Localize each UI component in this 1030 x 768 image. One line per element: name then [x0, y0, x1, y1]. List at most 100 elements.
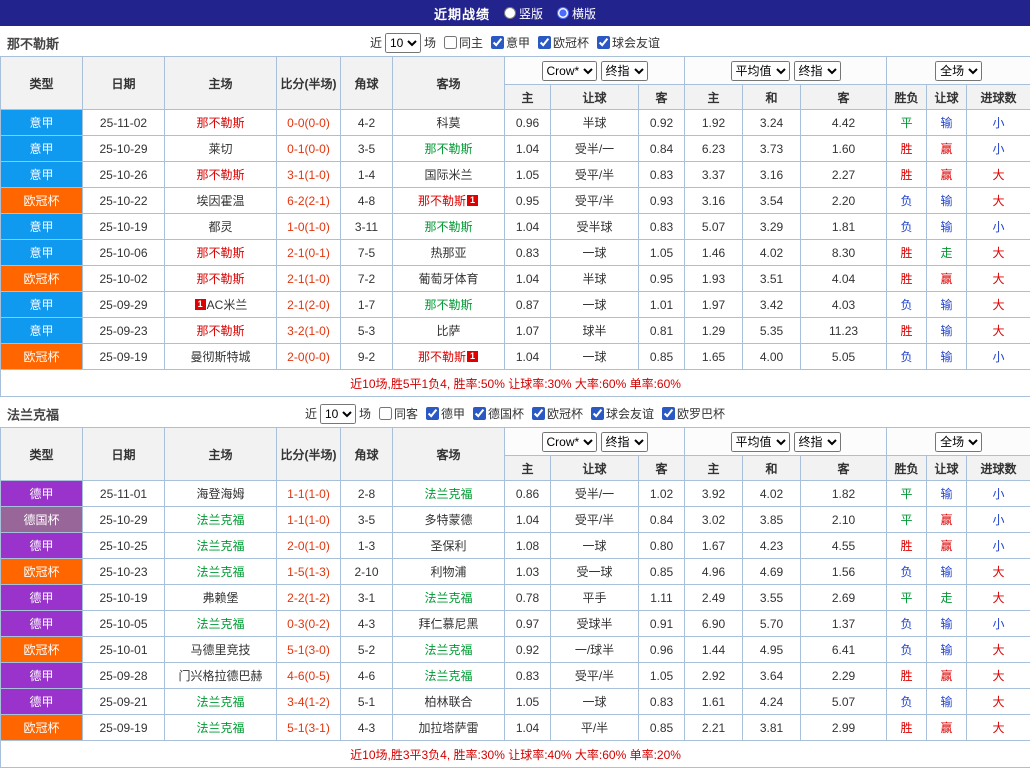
team-link[interactable]: 热那亚 [430, 246, 466, 260]
scope-select[interactable]: 全场 [935, 61, 982, 81]
competition-filter[interactable]: 欧罗巴杯 [662, 405, 725, 422]
team-link[interactable]: 法兰克福 [196, 565, 244, 579]
team-link[interactable]: 法兰克福 [196, 513, 244, 527]
team-link[interactable]: 法兰克福 [196, 695, 244, 709]
odds-stage-select[interactable]: 终指 [601, 432, 648, 452]
horizontal-layout-radio[interactable] [557, 7, 569, 19]
team-link[interactable]: 多特蒙德 [424, 513, 472, 527]
sub-header-result: 胜负 [887, 85, 927, 110]
competition-filter-checkbox[interactable] [591, 407, 604, 420]
match-row: 欧冠杯25-09-19曼彻斯特城2-0(0-0)9-2那不勒斯11.04一球0.… [1, 344, 1030, 370]
competition-filter-checkbox[interactable] [597, 36, 610, 49]
team-link[interactable]: 那不勒斯 [424, 220, 472, 234]
vertical-layout-radio[interactable] [504, 7, 516, 19]
competition-filter-checkbox[interactable] [444, 36, 457, 49]
competition-filter[interactable]: 同主 [444, 34, 483, 51]
page-title: 近期战绩 [434, 4, 490, 23]
competition-filter[interactable]: 球会友谊 [591, 405, 654, 422]
away-team-cell: 拜仁慕尼黑 [393, 611, 505, 637]
match-count-select[interactable]: 10 [385, 33, 421, 53]
competition-filter-label: 同主 [459, 34, 483, 51]
match-row: 德甲25-09-28门兴格拉德巴赫4-6(0-5)4-6法兰克福0.83受平/半… [1, 663, 1030, 689]
team-link[interactable]: 都灵 [208, 220, 232, 234]
euro-stage-select[interactable]: 终指 [794, 432, 841, 452]
team-link[interactable]: 利物浦 [430, 565, 466, 579]
team-link[interactable]: 葡萄牙体育 [418, 272, 478, 286]
team-link[interactable]: 弗赖堡 [202, 591, 238, 605]
team-link[interactable]: 门兴格拉德巴赫 [178, 669, 262, 683]
team-link[interactable]: 莱切 [208, 142, 232, 156]
sub-header-handicap-result: 让球 [927, 456, 967, 481]
match-type-cell: 德甲 [1, 533, 83, 559]
team-link[interactable]: 法兰克福 [424, 643, 472, 657]
match-count-select[interactable]: 10 [320, 404, 356, 424]
team-link[interactable]: 法兰克福 [196, 617, 244, 631]
euro-home-odds-cell: 5.07 [685, 214, 743, 240]
handicap-away-odds-cell: 0.85 [639, 715, 685, 741]
team-link[interactable]: 海登海姆 [196, 487, 244, 501]
scope-select[interactable]: 全场 [935, 432, 982, 452]
team-link[interactable]: 圣保利 [430, 539, 466, 553]
competition-filter[interactable]: 德国杯 [473, 405, 524, 422]
competition-filter[interactable]: 欧冠杯 [532, 405, 583, 422]
corner-cell: 3-1 [341, 585, 393, 611]
team-link[interactable]: 法兰克福 [424, 487, 472, 501]
team-link[interactable]: 那不勒斯 [196, 272, 244, 286]
competition-filter-checkbox[interactable] [662, 407, 675, 420]
result-goals-cell: 大 [967, 559, 1030, 585]
team-link[interactable]: 法兰克福 [424, 591, 472, 605]
competition-filter-checkbox[interactable] [473, 407, 486, 420]
team-link[interactable]: 那不勒斯 [418, 194, 466, 208]
team-link[interactable]: 埃因霍温 [196, 194, 244, 208]
team-link[interactable]: 那不勒斯 [424, 298, 472, 312]
handicap-away-odds-cell: 1.11 [639, 585, 685, 611]
team-link[interactable]: 那不勒斯 [424, 142, 472, 156]
team-link[interactable]: 柏林联合 [424, 695, 472, 709]
result-outcome-cell: 胜 [887, 266, 927, 292]
corner-cell: 2-8 [341, 481, 393, 507]
competition-filter-checkbox[interactable] [532, 407, 545, 420]
competition-filter-checkbox[interactable] [426, 407, 439, 420]
away-team-cell: 那不勒斯1 [393, 188, 505, 214]
match-row: 欧冠杯25-09-19法兰克福5-1(3-1)4-3加拉塔萨雷1.04平/半0.… [1, 715, 1030, 741]
match-row: 德甲25-10-25法兰克福2-0(1-0)1-3圣保利1.08一球0.801.… [1, 533, 1030, 559]
team-link[interactable]: 法兰克福 [196, 539, 244, 553]
team-link[interactable]: 那不勒斯 [196, 324, 244, 338]
team-link[interactable]: 那不勒斯 [418, 350, 466, 364]
competition-filter-checkbox[interactable] [491, 36, 504, 49]
odds-company-select[interactable]: Crow* [542, 61, 597, 81]
handicap-line-cell: 平手 [551, 585, 639, 611]
result-goals-cell: 大 [967, 162, 1030, 188]
team-link[interactable]: 比萨 [436, 324, 460, 338]
euro-away-odds-cell: 2.20 [801, 188, 887, 214]
competition-filter[interactable]: 欧冠杯 [538, 34, 589, 51]
competition-filter-checkbox[interactable] [538, 36, 551, 49]
odds-company-select[interactable]: Crow* [542, 432, 597, 452]
competition-filter[interactable]: 意甲 [491, 34, 530, 51]
team-link[interactable]: 科莫 [436, 116, 460, 130]
euro-stage-select[interactable]: 终指 [794, 61, 841, 81]
team-link[interactable]: 国际米兰 [424, 168, 472, 182]
team-link[interactable]: 那不勒斯 [196, 168, 244, 182]
team-link[interactable]: 那不勒斯 [196, 116, 244, 130]
team-link[interactable]: 法兰克福 [424, 669, 472, 683]
euro-average-select[interactable]: 平均值 [731, 61, 790, 81]
team-link[interactable]: 拜仁慕尼黑 [418, 617, 478, 631]
competition-filter-checkbox[interactable] [379, 407, 392, 420]
team-link[interactable]: 曼彻斯特城 [190, 350, 250, 364]
team-link[interactable]: 那不勒斯 [196, 246, 244, 260]
team-link[interactable]: 马德里竞技 [190, 643, 250, 657]
handicap-home-odds-cell: 1.04 [505, 507, 551, 533]
corner-cell: 5-3 [341, 318, 393, 344]
competition-filter[interactable]: 同客 [379, 405, 418, 422]
competition-filter[interactable]: 球会友谊 [597, 34, 660, 51]
euro-average-select[interactable]: 平均值 [731, 432, 790, 452]
layout-horizontal-option[interactable]: 横版 [557, 5, 596, 22]
layout-vertical-option[interactable]: 竖版 [504, 5, 543, 22]
euro-away-odds-cell: 2.69 [801, 585, 887, 611]
team-link[interactable]: AC米兰 [207, 298, 248, 312]
odds-stage-select[interactable]: 终指 [601, 61, 648, 81]
competition-filter[interactable]: 德甲 [426, 405, 465, 422]
match-type-cell: 德甲 [1, 611, 83, 637]
result-handicap-cell: 输 [927, 188, 967, 214]
